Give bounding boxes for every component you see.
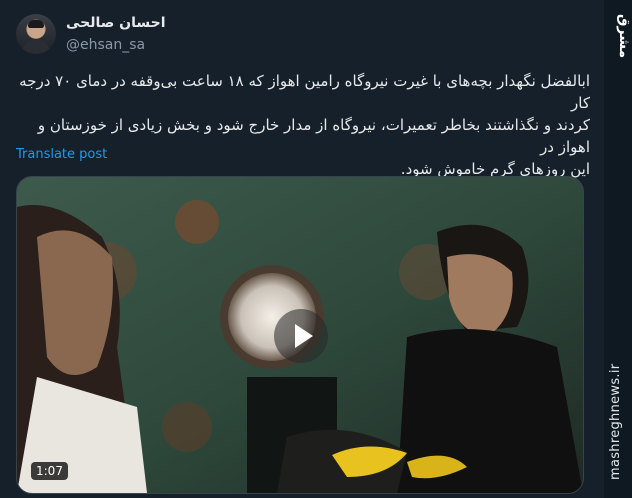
author-handle[interactable]: @ehsan_sa	[66, 37, 145, 53]
translate-post-link[interactable]: Translate post	[16, 147, 107, 162]
watermark-logo: مشرق	[616, 14, 632, 59]
video-duration: 1:07	[31, 462, 68, 480]
tweet: احسان صالحی @ehsan_sa ابالفضل نگهدار بچه…	[0, 0, 600, 498]
video-player[interactable]: 1:07	[16, 176, 584, 494]
author-display-name[interactable]: احسان صالحی	[66, 15, 166, 31]
avatar[interactable]	[16, 14, 56, 54]
watermark-strip: مشرق mashreghnews.ir	[604, 0, 632, 498]
watermark-url: mashreghnews.ir	[608, 363, 623, 480]
tweet-text: ابالفضل نگهدار بچه‌های با غیرت نیروگاه ر…	[19, 72, 590, 178]
avatar-body	[22, 39, 50, 54]
play-icon[interactable]	[274, 309, 328, 363]
avatar-hair	[28, 20, 44, 28]
